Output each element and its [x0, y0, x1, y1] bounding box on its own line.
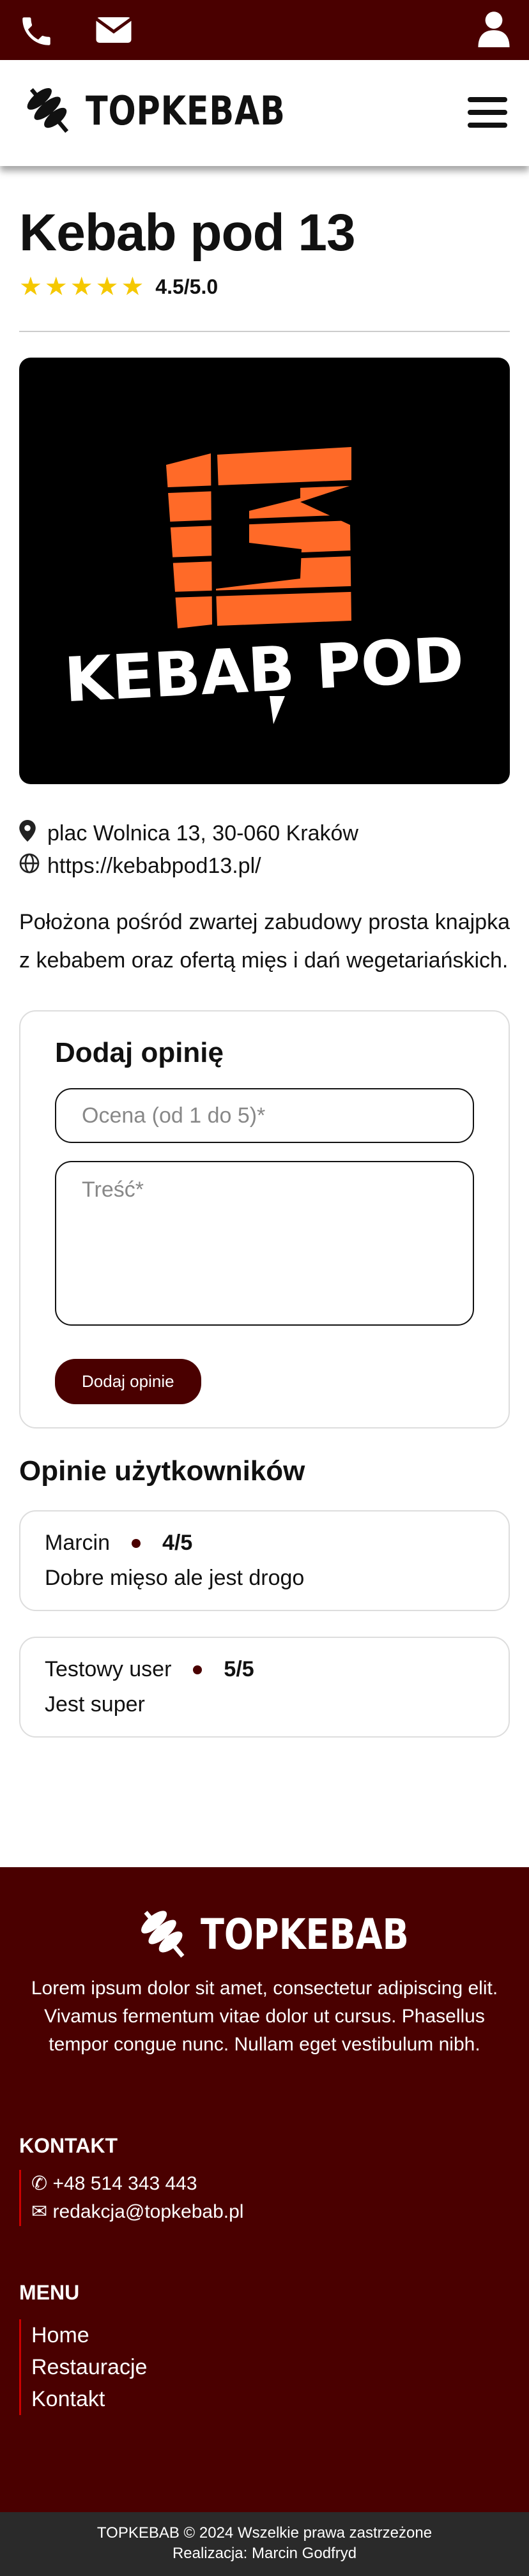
review-item: Testowy user 5/5 Jest super — [19, 1637, 510, 1738]
review-text: Jest super — [45, 1692, 145, 1716]
address-text: plac Wolnica 13, 30-060 Kraków — [47, 821, 358, 845]
restaurant-logo-image: KEBAB POD — [19, 358, 510, 784]
envelope-icon[interactable] — [95, 14, 133, 49]
footer-link-restaurants[interactable]: Restauracje — [31, 2351, 147, 2383]
rating-value: 4.5/5.0 — [155, 275, 218, 298]
restaurant-main: Kebab pod 13 ★★★★★ 4.5/5.0 KEBAB POD pla… — [0, 166, 529, 1738]
top-bar — [0, 0, 529, 60]
reviews-title: Opinie użytkowników — [19, 1455, 305, 1487]
copyright-text: TOPKEBAB © 2024 Wszelkie prawa zastrzeżo… — [96, 2524, 433, 2542]
review-text: Dobre mięso ale jest drogo — [45, 1566, 305, 1590]
review-form: Dodaj opinię Ocena (od 1 do 5)* Treść* D… — [19, 1010, 510, 1428]
page-title: Kebab pod 13 — [19, 204, 356, 262]
brand-name: TOPKEBAB — [86, 87, 286, 134]
contact-heading: KONTAKT — [19, 2134, 118, 2157]
user-icon[interactable] — [477, 10, 511, 50]
envelope-icon: ✉ — [31, 2201, 53, 2222]
site-footer: TOPKEBAB Lorem ipsum dolor sit amet, con… — [0, 1867, 529, 2512]
site-header: TOPKEBAB — [0, 60, 529, 166]
footer-brand-name: TOPKEBAB — [201, 1909, 409, 1959]
description: Położona pośród zwartej zabudowy prosta … — [19, 910, 510, 973]
footer-description: Lorem ipsum dolor sit amet, consectetur … — [31, 1978, 498, 2055]
review-author: Marcin — [45, 1531, 111, 1555]
review-score: 4/5 — [162, 1531, 193, 1555]
divider — [19, 331, 510, 332]
globe-icon — [19, 853, 47, 879]
kebab-pod-13-logo: KEBAB POD — [63, 447, 466, 724]
copyright-bar: TOPKEBAB © 2024 Wszelkie prawa zastrzeżo… — [0, 2512, 529, 2576]
separator-dot — [132, 1538, 141, 1548]
logo-text: KEBAB POD — [63, 624, 466, 716]
footer-link-home[interactable]: Home — [31, 2319, 147, 2351]
website-row[interactable]: https://kebabpod13.pl/ — [19, 853, 510, 879]
review-form-title: Dodaj opinię — [55, 1037, 224, 1068]
kebab-icon — [141, 1911, 185, 1958]
review-score: 5/5 — [224, 1657, 254, 1681]
rating: ★★★★★ 4.5/5.0 — [19, 272, 510, 301]
footer-link-contact[interactable]: Kontakt — [31, 2383, 147, 2415]
phone-icon: ✆ — [31, 2173, 53, 2194]
brand-logo[interactable]: TOPKEBAB — [22, 82, 329, 139]
credit-text: Realizacja: Marcin Godfryd — [172, 2545, 357, 2562]
contact-phone[interactable]: ✆ +48 514 343 443 — [31, 2170, 243, 2198]
review-item: Marcin 4/5 Dobre mięso ale jest drogo — [19, 1510, 510, 1611]
address-row: plac Wolnica 13, 30-060 Kraków — [19, 820, 510, 847]
submit-review-button[interactable]: Dodaj opinie — [55, 1359, 201, 1404]
kebab-icon — [27, 87, 69, 133]
separator-dot — [193, 1665, 203, 1674]
contact-list: ✆ +48 514 343 443 ✉ redakcja@topkebab.pl — [19, 2170, 243, 2226]
footer-logo[interactable]: TOPKEBAB — [135, 1905, 454, 1963]
map-pin-icon — [19, 820, 47, 847]
review-author: Testowy user — [45, 1657, 172, 1681]
phone-icon[interactable] — [18, 13, 55, 53]
phone-number: +48 514 343 443 — [52, 2173, 197, 2194]
email-address: redakcja@topkebab.pl — [52, 2201, 244, 2222]
content-textarea[interactable]: Treść* — [55, 1161, 474, 1326]
website-link[interactable]: https://kebabpod13.pl/ — [47, 854, 261, 879]
menu-heading: MENU — [19, 2281, 80, 2304]
star-icon: ★★★★★ — [19, 273, 147, 301]
footer-menu: Home Restauracje Kontakt — [19, 2319, 147, 2415]
menu-icon[interactable] — [468, 97, 507, 128]
contact-email[interactable]: ✉ redakcja@topkebab.pl — [31, 2198, 243, 2226]
rating-input[interactable]: Ocena (od 1 do 5)* — [55, 1088, 474, 1143]
